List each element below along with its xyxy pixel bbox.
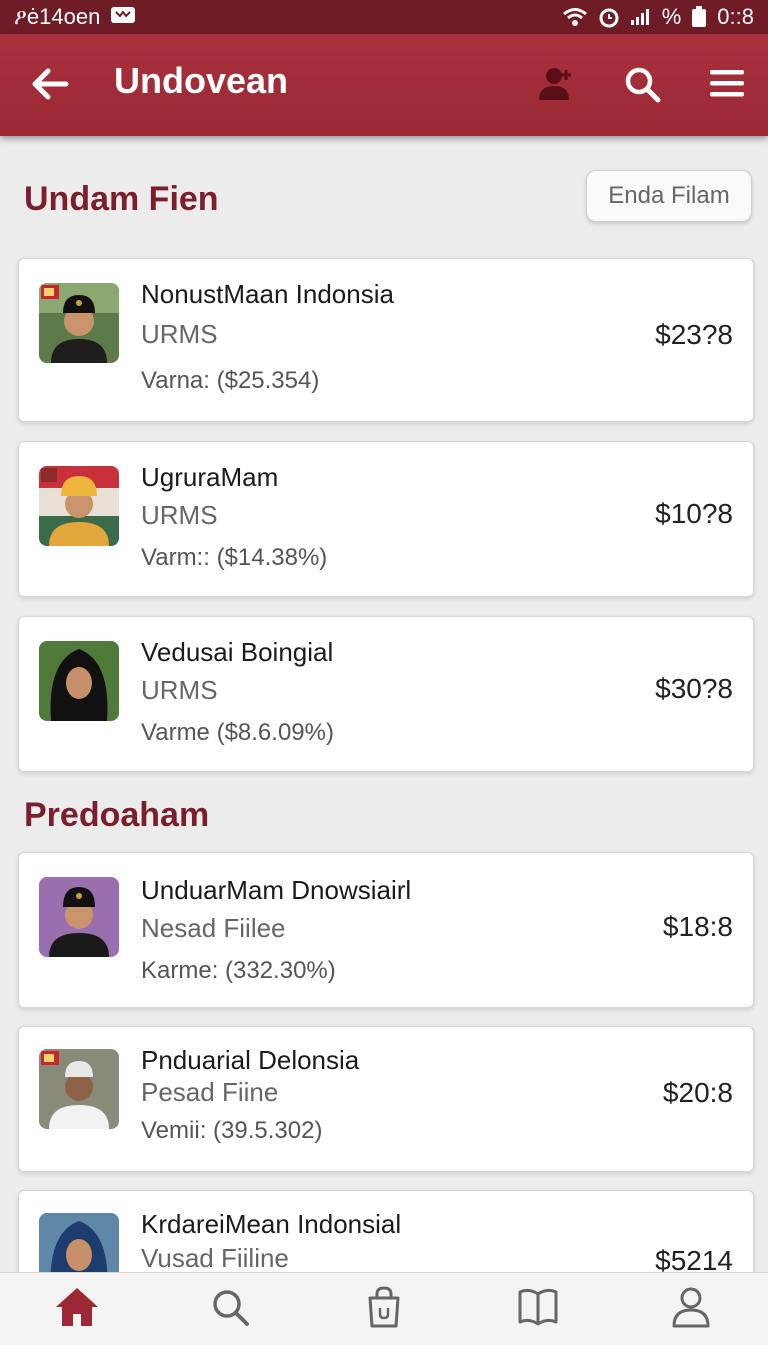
item-price: $5214 <box>655 1245 733 1272</box>
item-meta: Vemii: (39.5.302) <box>141 1117 323 1144</box>
avatar <box>39 466 119 546</box>
notification-icon <box>110 4 136 30</box>
add-user-icon[interactable] <box>536 64 576 104</box>
alarm-icon <box>598 6 620 28</box>
section-title: Predoaham <box>24 796 210 834</box>
battery-icon <box>691 6 707 28</box>
list-item[interactable]: Vedusai Boingial URMS Varme ($8.6.09%) $… <box>18 616 754 772</box>
filter-button[interactable]: Enda Filam <box>586 170 752 222</box>
nav-shop[interactable] <box>354 1279 414 1339</box>
nav-profile[interactable] <box>661 1279 721 1339</box>
item-price: $18:8 <box>662 911 733 942</box>
avatar <box>39 641 119 721</box>
wifi-icon <box>562 7 588 27</box>
item-name: KrdareiMean Indonsial <box>141 1209 402 1239</box>
home-icon <box>54 1286 100 1333</box>
item-subtitle: URMS <box>141 319 218 349</box>
item-name: UnduarMam Dnowsiairl <box>141 875 412 905</box>
menu-icon[interactable] <box>708 64 748 104</box>
item-price: $30?8 <box>655 673 733 704</box>
item-meta: Varme ($8.6.09%) <box>141 719 334 746</box>
clock-text: 0::8 <box>717 4 754 29</box>
item-name: UgruraMam <box>141 462 279 492</box>
main-content[interactable]: Undam Fien Enda Filam NonustMaan Indonsi… <box>0 136 768 1272</box>
item-meta: Karme: (332.30%) <box>141 957 336 984</box>
app-bar: Undovean <box>0 34 768 136</box>
nav-library[interactable] <box>508 1279 568 1339</box>
bottom-nav <box>0 1272 768 1345</box>
list-item[interactable]: KrdareiMean Indonsial Vusad Fiiline $521… <box>18 1190 754 1272</box>
avatar <box>39 1049 119 1129</box>
battery-percent-text: % <box>661 4 682 29</box>
item-subtitle: Pesad Fiine <box>141 1077 279 1107</box>
item-meta: Varna: ($25.354) <box>141 367 320 394</box>
status-bar: ዖė14oen % 0::8 <box>0 0 768 34</box>
list-item[interactable]: UnduarMam Dnowsiairl Nesad Fiilee Karme:… <box>18 852 754 1008</box>
item-name: Vedusai Boingial <box>141 637 334 667</box>
item-subtitle: Nesad Fiilee <box>141 913 286 943</box>
item-price: $23?8 <box>655 319 733 350</box>
status-carrier-text: ዖė14oen <box>14 4 101 29</box>
item-meta: Varm:: ($14.38%) <box>141 544 328 571</box>
item-subtitle: URMS <box>141 675 218 705</box>
nav-home[interactable] <box>47 1279 107 1339</box>
item-subtitle: Vusad Fiiline <box>141 1243 289 1272</box>
search-icon <box>210 1287 250 1332</box>
item-price: $20:8 <box>662 1077 733 1108</box>
list-item[interactable]: UgruraMam URMS Varm:: ($14.38%) $10?8 <box>18 441 754 597</box>
avatar <box>39 1213 119 1272</box>
shopping-bag-icon <box>366 1285 402 1333</box>
avatar <box>39 877 119 957</box>
book-icon <box>517 1288 559 1331</box>
nav-search[interactable] <box>200 1279 260 1339</box>
list-item[interactable]: NonustMaan Indonsia URMS Varna: ($25.354… <box>18 258 754 422</box>
list-item[interactable]: Pnduarial Delonsia Pesad Fiine Vemii: (3… <box>18 1026 754 1172</box>
search-icon[interactable] <box>622 64 662 104</box>
item-name: Pnduarial Delonsia <box>141 1045 360 1075</box>
app-title: Undovean <box>114 60 289 101</box>
item-name: NonustMaan Indonsia <box>141 279 394 309</box>
back-arrow-icon[interactable] <box>30 64 70 104</box>
avatar <box>39 283 119 363</box>
profile-icon <box>671 1286 711 1333</box>
signal-icon <box>630 8 652 26</box>
item-price: $10?8 <box>655 498 733 529</box>
item-subtitle: URMS <box>141 500 218 530</box>
section-title: Undam Fien <box>24 180 219 218</box>
